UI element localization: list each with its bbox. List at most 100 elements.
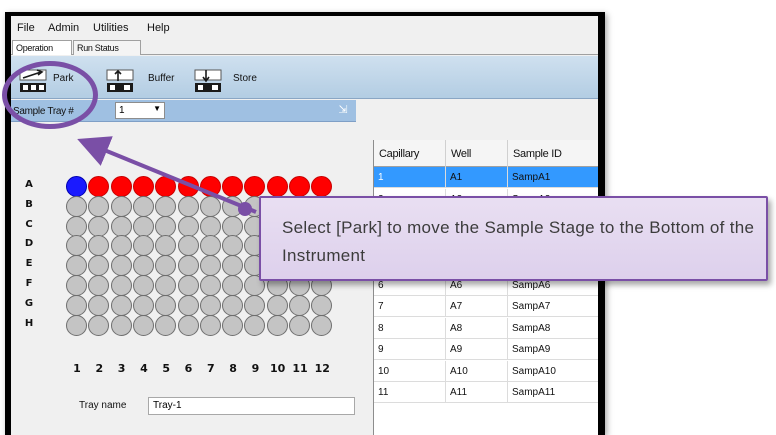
well-c2[interactable] xyxy=(88,215,110,237)
cell-sample-id: SampA1 xyxy=(508,167,598,188)
column-label-2: 2 xyxy=(95,362,104,375)
well-a6[interactable] xyxy=(177,176,199,197)
well-c3[interactable] xyxy=(110,215,132,237)
well-g5[interactable] xyxy=(155,294,177,316)
well-b1[interactable] xyxy=(66,195,87,217)
well-f6[interactable] xyxy=(177,275,199,296)
well-g3[interactable] xyxy=(110,294,132,316)
column-label-7: 7 xyxy=(206,362,215,375)
well-f8[interactable] xyxy=(222,275,244,296)
well-h12[interactable] xyxy=(311,314,333,336)
row-label-a: A xyxy=(25,179,33,190)
header-sample-id[interactable]: Sample ID xyxy=(508,140,598,167)
table-row[interactable]: 9 A9 SampA9 xyxy=(374,339,598,360)
column-label-9: 9 xyxy=(251,362,260,375)
well-h3[interactable] xyxy=(110,314,132,336)
well-a1[interactable] xyxy=(66,176,87,197)
well-h5[interactable] xyxy=(155,314,177,336)
column-label-8: 8 xyxy=(229,362,237,375)
menu-file[interactable]: File xyxy=(17,22,35,34)
well-h8[interactable] xyxy=(222,314,244,336)
well-b7[interactable] xyxy=(199,195,221,217)
well-a8[interactable] xyxy=(222,176,244,197)
well-f7[interactable] xyxy=(199,275,221,296)
well-h4[interactable] xyxy=(132,314,154,336)
cell-capillary: 1 xyxy=(374,167,446,188)
well-e6[interactable] xyxy=(177,255,199,277)
well-h11[interactable] xyxy=(289,314,310,336)
well-a3[interactable] xyxy=(110,176,132,197)
well-b3[interactable] xyxy=(110,195,132,217)
tray-select[interactable]: 1 ▼ xyxy=(115,102,165,119)
cell-capillary: 8 xyxy=(374,317,446,339)
menu-help[interactable]: Help xyxy=(147,22,170,34)
well-g7[interactable] xyxy=(199,294,221,316)
well-b4[interactable] xyxy=(132,195,154,217)
cell-well: A1 xyxy=(446,167,508,188)
pin-icon[interactable]: ⇲ xyxy=(337,103,349,117)
table-header: Capillary Well Sample ID xyxy=(374,140,598,167)
table-row[interactable]: 10 A10 SampA10 xyxy=(374,360,598,382)
well-h10[interactable] xyxy=(266,314,288,336)
row-label-c: C xyxy=(25,218,33,230)
store-button[interactable]: Store xyxy=(192,64,260,94)
cell-sample-id: SampA8 xyxy=(508,318,598,339)
well-f3[interactable] xyxy=(110,275,132,296)
well-b6[interactable] xyxy=(177,195,199,217)
table-row[interactable]: 11 A11 SampA11 xyxy=(374,382,598,403)
tab-run-status[interactable]: Run Status xyxy=(73,40,141,55)
header-well[interactable]: Well xyxy=(446,140,508,167)
header-capillary[interactable]: Capillary xyxy=(374,140,446,167)
well-g11[interactable] xyxy=(289,294,310,316)
buffer-button[interactable]: Buffer xyxy=(104,64,176,94)
well-a4[interactable] xyxy=(132,176,154,197)
cell-sample-id: SampA11 xyxy=(508,382,598,403)
chevron-down-icon: ▼ xyxy=(153,104,161,113)
well-c5[interactable] xyxy=(155,215,177,237)
well-e3[interactable] xyxy=(110,255,132,277)
well-d6[interactable] xyxy=(177,235,199,257)
well-g1[interactable] xyxy=(66,294,87,316)
tab-strip: Operation Run Status xyxy=(11,39,598,55)
column-label-4: 4 xyxy=(140,362,148,375)
table-row[interactable]: 1 A1 SampA1 xyxy=(374,167,598,188)
well-c1[interactable] xyxy=(66,215,87,237)
well-e4[interactable] xyxy=(132,255,154,277)
well-h2[interactable] xyxy=(88,314,110,336)
well-g6[interactable] xyxy=(177,294,199,316)
table-row[interactable]: 7 A7 SampA7 xyxy=(374,296,598,317)
cell-sample-id: SampA10 xyxy=(508,361,598,382)
well-c7[interactable] xyxy=(199,215,221,237)
well-b8[interactable] xyxy=(222,195,244,217)
well-c6[interactable] xyxy=(177,215,199,237)
table-row[interactable]: 8 A8 SampA8 xyxy=(374,317,598,339)
tray-selected-value: 1 xyxy=(119,105,125,116)
well-b5[interactable] xyxy=(155,195,177,217)
well-b2[interactable] xyxy=(88,195,110,217)
well-g10[interactable] xyxy=(266,294,288,316)
row-label-d: D xyxy=(24,238,34,250)
well-g12[interactable] xyxy=(311,294,333,316)
well-f4[interactable] xyxy=(132,275,154,296)
well-a7[interactable] xyxy=(199,176,221,197)
well-h7[interactable] xyxy=(199,314,221,336)
tray-name-input[interactable]: Tray-1 xyxy=(148,397,355,415)
menu-admin[interactable]: Admin xyxy=(48,22,79,34)
row-label-f: F xyxy=(25,278,33,289)
well-a10[interactable] xyxy=(266,176,288,197)
well-d3[interactable] xyxy=(110,235,132,257)
cell-capillary: 10 xyxy=(374,360,446,382)
well-h9[interactable] xyxy=(244,314,266,336)
well-e7[interactable] xyxy=(199,255,221,277)
well-c4[interactable] xyxy=(132,215,154,237)
menu-utilities[interactable]: Utilities xyxy=(93,22,128,34)
well-g8[interactable] xyxy=(222,294,244,316)
well-g4[interactable] xyxy=(132,294,154,316)
well-g2[interactable] xyxy=(88,294,110,316)
tab-operation[interactable]: Operation xyxy=(12,40,72,55)
well-c8[interactable] xyxy=(222,215,244,237)
well-f1[interactable] xyxy=(66,275,87,296)
well-h6[interactable] xyxy=(177,314,199,336)
well-h1[interactable] xyxy=(66,314,87,336)
well-a11[interactable] xyxy=(289,176,310,197)
